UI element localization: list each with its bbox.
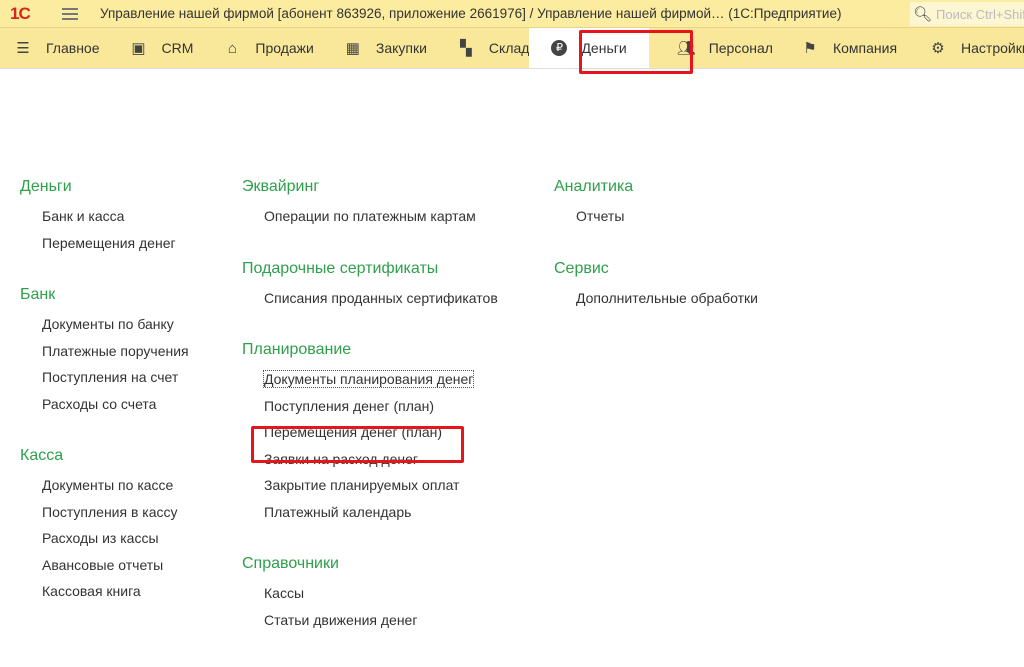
1c-logo[interactable]: 1С [10,4,46,24]
menu-link[interactable]: Кассовая книга [20,578,189,605]
menu-link-label: Документы планирования денег [262,370,475,388]
menu-link-label: Поступления на счет [42,369,179,385]
menu-link-label: Расходы из кассы [42,530,159,546]
tab-label: CRM [161,40,194,56]
tab-2[interactable]: ⌂ Продажи [193,28,314,68]
menu-link[interactable]: Закрытие планируемых оплат [242,472,498,499]
menu-section: Деньги Банк и касса Перемещения денег [20,171,189,256]
menu-link[interactable]: Кассы [242,580,498,607]
menu-link[interactable]: Документы планирования денег [242,366,498,393]
section-heading: Планирование [242,341,352,358]
menu-link-label: Списания проданных сертификатов [264,289,498,306]
menu-link-label: Операции по платежным картам [264,208,476,224]
menu-link[interactable]: Авансовые отчеты [20,552,189,579]
tab-label: Закупки [375,40,427,56]
menu-link-label: Документы по кассе [42,477,174,493]
menu-link-label: Отчеты [576,208,625,224]
menu-link-label: Закрытие планируемых оплат [264,477,460,493]
tab-label: Продажи [255,40,314,56]
warehouse-grid-icon: ▚ [460,40,472,57]
menu-section: Банк Документы по банку Платежные поручени… [20,279,189,417]
menu-column-1: Деньги Банк и касса Перемещения денег Банк Д… [20,171,189,628]
tab-7[interactable]: ⚑ Компания [773,28,898,68]
menu-icon: ☰ [16,40,30,57]
menu-link[interactable]: Списания проданных сертификатов [242,285,498,312]
tab-label: Компания [832,40,898,56]
menu-link[interactable]: Расходы из кассы [20,525,189,552]
menu-link-label: Кассовая книга [42,583,141,599]
section-heading: Деньги [20,178,72,195]
menu-link[interactable]: Платежные поручения [20,338,189,365]
menu-link[interactable]: Поступления денег (план) [242,393,498,420]
search-input[interactable]: 🔍︎ Поиск Ctrl+Shift+F [910,2,1024,26]
tab-8[interactable]: ⚙ Настройки [897,28,1024,68]
menu-link[interactable]: Документы по банку [20,311,189,338]
menu-link-label: Поступления в кассу [42,503,178,520]
section-heading: Сервис [554,259,609,277]
basket-icon: ⌂ [227,39,237,57]
menu-link-label: Банк и касса [42,208,125,224]
menu-link[interactable]: Перемещения денег [20,230,189,257]
section-heading: Банк [20,286,56,303]
flag-icon: ⚑ [803,40,817,57]
tab-label: Настройки [961,40,1024,56]
menu-section: Эквайринг Операции по платежным картам [242,171,498,230]
hamburger-menu-icon[interactable] [62,7,78,20]
tab-3[interactable]: ▦ Закупки [314,28,427,68]
menu-column-3: Аналитика Отчеты Сервис Дополнительные обра… [554,171,758,334]
menu-link-label: Расходы со счета [42,395,157,412]
menu-link-label: Документы по банку [42,316,174,332]
menu-link[interactable]: Расходы со счета [20,391,189,418]
menu-link[interactable]: Дополнительные обработки [554,285,758,312]
section-heading: Эквайринг [242,178,320,195]
menu-link-label: Перемещения денег [42,234,176,251]
menu-link[interactable]: Банк и касса [20,203,189,230]
search-placeholder: Поиск Ctrl+Shift+F [936,6,1024,22]
menu-link[interactable]: Документы по кассе [20,472,189,499]
title-bar: 1С Управление нашей фирмой [абонент 8639… [0,0,1024,28]
section-navbar: ☰ Главное ▣ CRM ⌂ Продажи ▦ Закупки ▚ Склад ₽ Деньг… [0,28,1024,69]
contact-card-icon: ▣ [131,40,146,57]
tab-1[interactable]: ▣ CRM [100,28,194,68]
section-heading: Касса [20,447,64,464]
gear-icon: ⚙ [931,40,945,57]
section-heading: Аналитика [554,178,634,195]
menu-link-label: Кассы [264,585,305,601]
menu-section: Подарочные сертификаты Списания проданных… [242,253,498,312]
search-icon: 🔍︎ [913,6,933,23]
menu-section: Сервис Дополнительные обработки [554,253,758,312]
menu-column-2: Эквайринг Операции по платежным картам Под… [242,171,498,656]
menu-link[interactable]: Платежный календарь [242,499,498,526]
menu-link-label: Платежные поручения [42,342,189,359]
menu-link-label: Статьи движения денег [264,611,418,628]
tab-label: Персонал [708,40,773,56]
menu-section: Касса Документы по кассе Поступления в кас… [20,440,189,605]
menu-section: Справочники Кассы Статьи движения денег [242,548,498,633]
tab-0[interactable]: ☰ Главное [0,28,100,68]
highlight-box-item [251,426,464,463]
cart-icon: ▦ [345,40,360,57]
window-title: Управление нашей фирмой [абонент 863926,… [100,6,842,21]
section-heading: Подарочные сертификаты [242,259,439,277]
menu-link[interactable]: Поступления на счет [20,364,189,391]
menu-link-label: Дополнительные обработки [576,289,758,306]
menu-link[interactable]: Операции по платежным картам [242,203,498,230]
menu-link[interactable]: Поступления в кассу [20,499,189,526]
menu-section: Аналитика Отчеты [554,171,758,230]
menu-link-label: Поступления денег (план) [264,397,435,414]
tab-4[interactable]: ▚ Склад [427,28,530,68]
tab-label: Склад [488,40,530,56]
tab-label: Главное [46,40,100,56]
menu-link[interactable]: Статьи движения денег [242,607,498,634]
menu-link-label: Платежный календарь [264,503,412,520]
highlight-box-tab [579,30,693,74]
section-heading: Справочники [242,555,339,572]
ruble-icon: ₽ [551,40,568,56]
menu-link[interactable]: Отчеты [554,203,758,230]
menu-link-label: Авансовые отчеты [42,556,164,573]
